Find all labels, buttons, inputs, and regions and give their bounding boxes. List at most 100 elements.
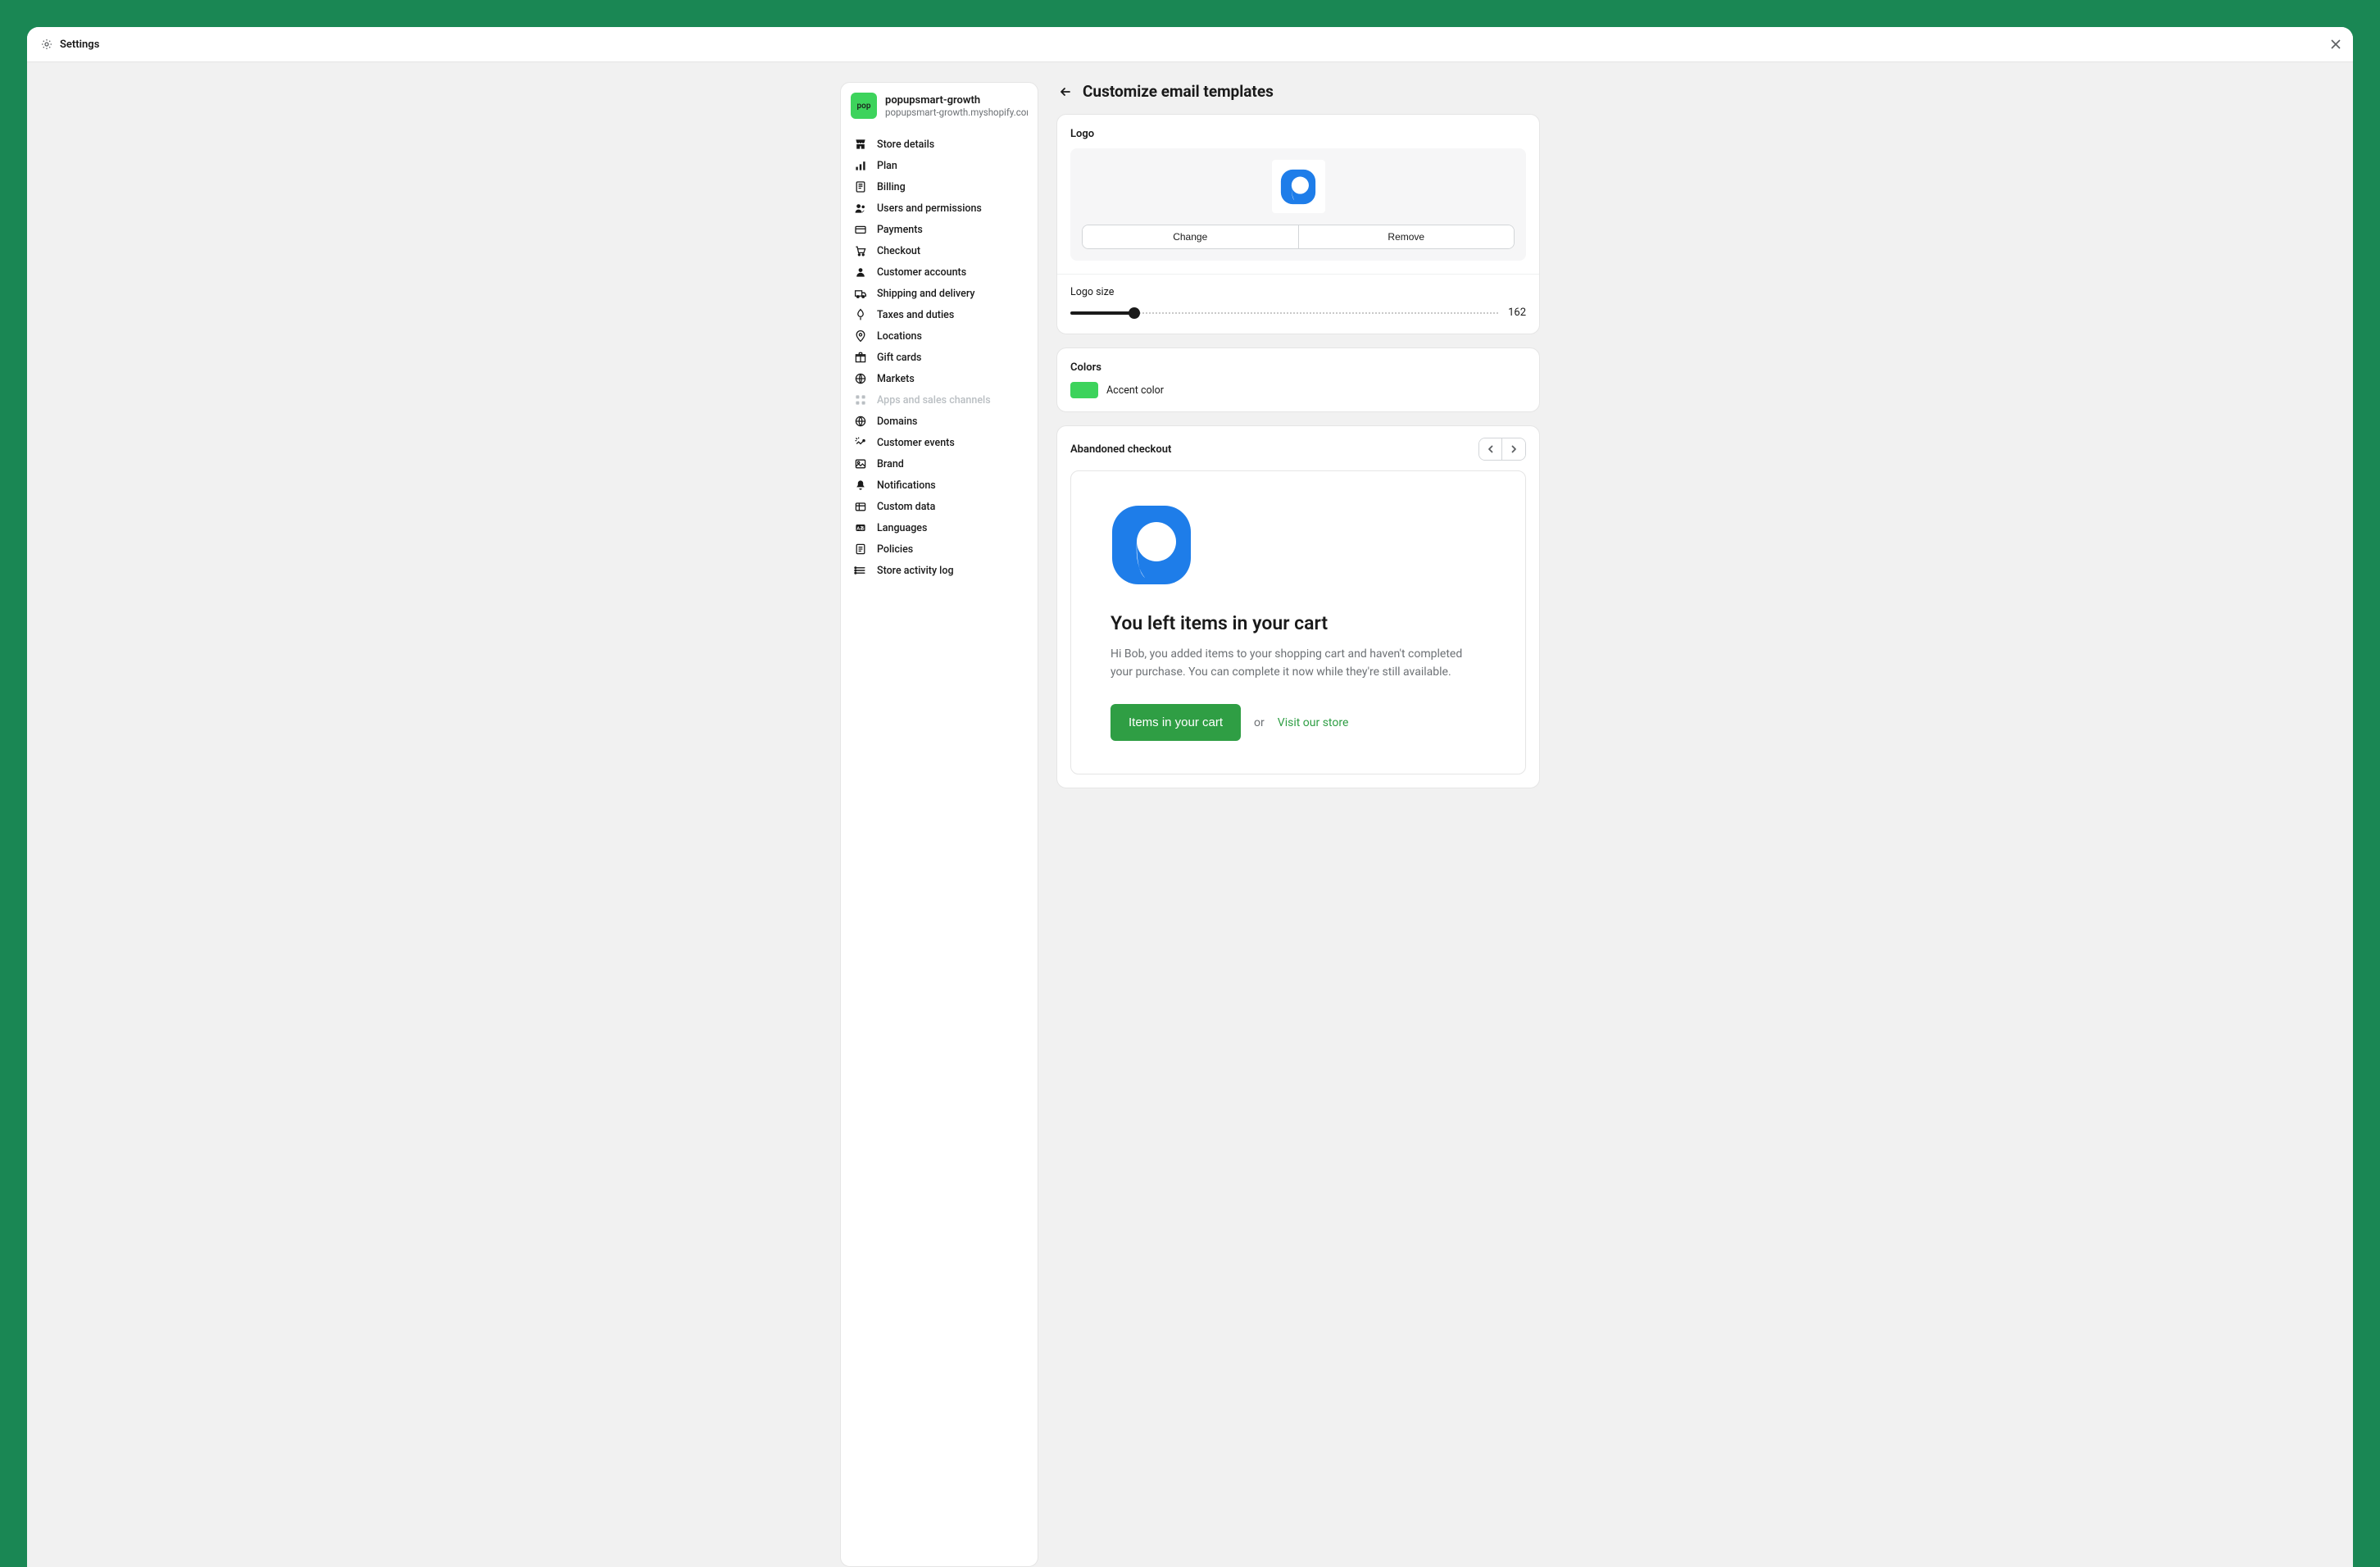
sidebar-item-activity[interactable]: Store activity log — [846, 560, 1033, 581]
logo-size-value: 162 — [1508, 307, 1526, 319]
notifications-icon — [854, 479, 867, 492]
settings-sidebar: pop popupsmart-growth popupsmart-growth.… — [840, 82, 1038, 1567]
gear-icon — [40, 38, 53, 51]
sidebar-item-events[interactable]: Customer events — [846, 432, 1033, 453]
email-cta-button[interactable]: Items in your cart — [1111, 704, 1241, 741]
customer-icon — [854, 266, 867, 279]
preview-prev-button[interactable] — [1479, 438, 1502, 460]
sidebar-item-label: Store details — [877, 139, 934, 151]
content: pop popupsmart-growth popupsmart-growth.… — [27, 62, 2353, 1567]
sidebar-item-label: Customer events — [877, 437, 955, 449]
sidebar-item-store[interactable]: Store details — [846, 134, 1033, 155]
custom-icon — [854, 500, 867, 513]
checkout-icon — [854, 244, 867, 257]
sidebar-item-payments[interactable]: Payments — [846, 219, 1033, 240]
page-header: Customize email templates — [1056, 82, 1540, 101]
settings-nav: Store details Plan Billing Users and permis… — [841, 129, 1038, 589]
policies-icon — [854, 543, 867, 556]
preview-nav — [1478, 438, 1526, 461]
store-name: popupsmart-growth — [885, 94, 1028, 107]
sidebar-item-custom[interactable]: Custom data — [846, 496, 1033, 517]
sidebar-item-label: Custom data — [877, 501, 935, 513]
colors-card: Colors Accent color — [1056, 347, 1540, 412]
logo-remove-button[interactable]: Remove — [1299, 225, 1515, 248]
brand-icon — [854, 457, 867, 470]
sidebar-item-label: Policies — [877, 543, 913, 556]
modal-header: Settings — [27, 27, 2353, 62]
store-icon — [854, 138, 867, 151]
sidebar-item-label: Domains — [877, 416, 917, 428]
preview-card: Abandoned checkout You left items — [1056, 425, 1540, 788]
sidebar-item-shipping[interactable]: Shipping and delivery — [846, 283, 1033, 304]
store-avatar: pop — [851, 93, 877, 119]
preview-next-button[interactable] — [1502, 438, 1525, 460]
sidebar-item-label: Markets — [877, 373, 915, 385]
main: Customize email templates Logo Change Re… — [1056, 82, 1540, 1567]
page-title: Customize email templates — [1083, 82, 1274, 101]
locations-icon — [854, 329, 867, 343]
sidebar-item-gift[interactable]: Gift cards — [846, 347, 1033, 368]
payments-icon — [854, 223, 867, 236]
domains-icon — [854, 415, 867, 428]
sidebar-item-label: Store activity log — [877, 565, 954, 577]
billing-icon — [854, 180, 867, 193]
sidebar-item-apps: Apps and sales channels — [846, 389, 1033, 411]
sidebar-item-users[interactable]: Users and permissions — [846, 198, 1033, 219]
languages-icon: Aあ — [854, 521, 867, 534]
email-logo — [1111, 504, 1192, 586]
events-icon — [854, 436, 867, 449]
sidebar-item-label: Payments — [877, 224, 923, 236]
email-body: Hi Bob, you added items to your shopping… — [1111, 646, 1486, 681]
sidebar-item-domains[interactable]: Domains — [846, 411, 1033, 432]
sidebar-item-notifications[interactable]: Notifications — [846, 475, 1033, 496]
sidebar-item-brand[interactable]: Brand — [846, 453, 1033, 475]
back-button[interactable] — [1056, 83, 1074, 101]
logo-button-group: Change Remove — [1082, 225, 1515, 249]
sidebar-item-label: Plan — [877, 160, 897, 172]
sidebar-item-label: Gift cards — [877, 352, 921, 364]
shipping-icon — [854, 287, 867, 300]
preview-section-title: Abandoned checkout — [1070, 443, 1171, 456]
sidebar-item-markets[interactable]: Markets — [846, 368, 1033, 389]
email-heading: You left items in your cart — [1111, 612, 1486, 634]
sidebar-item-label: Billing — [877, 181, 906, 193]
sidebar-item-checkout[interactable]: Checkout — [846, 240, 1033, 261]
sidebar-item-label: Taxes and duties — [877, 309, 954, 321]
logo-size-slider[interactable] — [1070, 307, 1498, 319]
accent-color-label: Accent color — [1106, 384, 1164, 397]
sidebar-item-locations[interactable]: Locations — [846, 325, 1033, 347]
email-cta-link[interactable]: Visit our store — [1278, 716, 1349, 729]
sidebar-item-billing[interactable]: Billing — [846, 176, 1033, 198]
accent-color-swatch[interactable] — [1070, 382, 1098, 398]
logo-section-title: Logo — [1070, 128, 1526, 140]
logo-change-button[interactable]: Change — [1083, 225, 1299, 248]
sidebar-item-customer[interactable]: Customer accounts — [846, 261, 1033, 283]
sidebar-item-label: Apps and sales channels — [877, 394, 991, 407]
sidebar-item-plan[interactable]: Plan — [846, 155, 1033, 176]
close-button[interactable] — [2328, 37, 2343, 52]
modal-title: Settings — [60, 39, 99, 51]
sidebar-item-label: Notifications — [877, 479, 936, 492]
sidebar-item-label: Shipping and delivery — [877, 288, 975, 300]
colors-section-title: Colors — [1070, 361, 1526, 374]
sidebar-item-label: Customer accounts — [877, 266, 966, 279]
sidebar-item-label: Brand — [877, 458, 904, 470]
slider-thumb[interactable] — [1129, 307, 1140, 319]
plan-icon — [854, 159, 867, 172]
activity-icon — [854, 564, 867, 577]
email-cta-or: or — [1254, 716, 1265, 729]
gift-icon — [854, 351, 867, 364]
store-block[interactable]: pop popupsmart-growth popupsmart-growth.… — [841, 83, 1038, 129]
sidebar-item-taxes[interactable]: Taxes and duties — [846, 304, 1033, 325]
logo-image — [1272, 160, 1325, 213]
apps-icon — [854, 393, 867, 407]
sidebar-item-label: Checkout — [877, 245, 920, 257]
logo-card: Logo Change Remove Logo — [1056, 114, 1540, 334]
sidebar-item-label: Locations — [877, 330, 922, 343]
sidebar-item-policies[interactable]: Policies — [846, 538, 1033, 560]
store-domain: popupsmart-growth.myshopify.com — [885, 107, 1028, 118]
markets-icon — [854, 372, 867, 385]
sidebar-item-languages[interactable]: AあLanguages — [846, 517, 1033, 538]
logo-preview: Change Remove — [1070, 148, 1526, 261]
settings-modal: Settings pop popupsmart-growth popupsmar… — [27, 27, 2353, 1567]
